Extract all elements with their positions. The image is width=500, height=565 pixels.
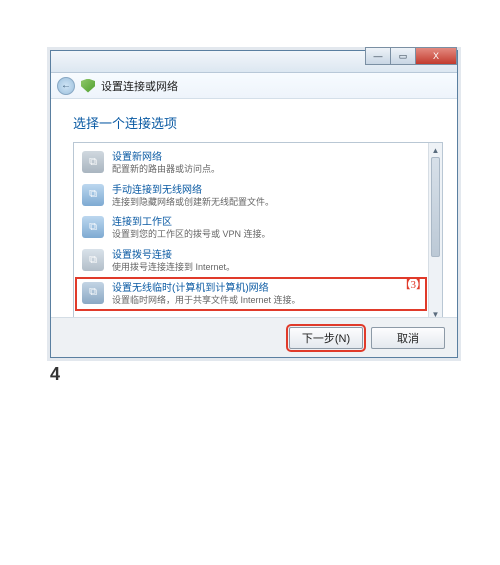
titlebar: — ▭ X [51,51,457,73]
option-title: 设置拨号连接 [112,249,235,262]
content-area: 选择一个连接选项 ⧉ 设置新网络配置新的路由器或访问点。 ⧉ 手动连接到无线网络连接到… [51,99,457,322]
printer-icon: ⧉ [82,249,104,271]
option-3[interactable]: ⧉ 设置拨号连接使用拨号连接连接到 Internet。 [76,245,426,278]
header-row: ← 设置连接或网络 [51,73,457,99]
option-title: 连接到工作区 [112,216,271,229]
option-0[interactable]: ⧉ 设置新网络配置新的路由器或访问点。 [76,147,426,180]
close-button[interactable]: X [415,47,457,65]
step-number: 4 [50,364,460,385]
next-button[interactable]: 下一步(N) [289,327,363,349]
scroll-thumb[interactable] [431,157,440,257]
option-title: 设置无线临时(计算机到计算机)网络 [112,282,301,295]
option-desc: 设置临时网络，用于共享文件或 Internet 连接。 [112,295,301,307]
page-heading: 选择一个连接选项 [73,113,443,132]
option-desc: 连接到隐藏网络或创建新无线配置文件。 [112,197,274,209]
option-1[interactable]: ⧉ 手动连接到无线网络连接到隐藏网络或创建新无线配置文件。 [76,180,426,213]
wifi-icon: ⧉ [82,184,104,206]
router-icon: ⧉ [82,151,104,173]
work-icon: ⧉ [82,216,104,238]
option-desc: 配置新的路由器或访问点。 [112,164,220,176]
option-desc: 使用拨号连接连接到 Internet。 [112,262,235,274]
option-desc: 设置到您的工作区的拨号或 VPN 连接。 [112,229,271,241]
window-controls: — ▭ X [366,47,457,65]
minimize-button[interactable]: — [365,47,391,65]
option-title: 手动连接到无线网络 [112,184,274,197]
option-2[interactable]: ⧉ 连接到工作区设置到您的工作区的拨号或 VPN 连接。 [76,212,426,245]
cancel-button[interactable]: 取消 [371,327,445,349]
adhoc-icon: ⧉ [82,282,104,304]
option-title: 设置新网络 [112,151,220,164]
header-title: 设置连接或网络 [101,78,178,94]
shield-icon [81,79,95,93]
scroll-up-icon[interactable]: ▲ [431,145,440,155]
footer-bar: 下一步(N) 取消 [51,317,457,357]
scrollbar[interactable]: ▲ ▼ [428,143,442,321]
wizard-window: — ▭ X ← 设置连接或网络 选择一个连接选项 ⧉ 设置新网络配置新的路由器或访… [50,50,458,358]
back-icon[interactable]: ← [57,77,75,95]
maximize-button[interactable]: ▭ [390,47,416,65]
options-listbox: ⧉ 设置新网络配置新的路由器或访问点。 ⧉ 手动连接到无线网络连接到隐藏网络或创建新无… [73,142,443,322]
option-4[interactable]: ⧉ 设置无线临时(计算机到计算机)网络设置临时网络，用于共享文件或 Interne… [76,278,426,311]
annotation-3: 【3】 [400,276,428,292]
